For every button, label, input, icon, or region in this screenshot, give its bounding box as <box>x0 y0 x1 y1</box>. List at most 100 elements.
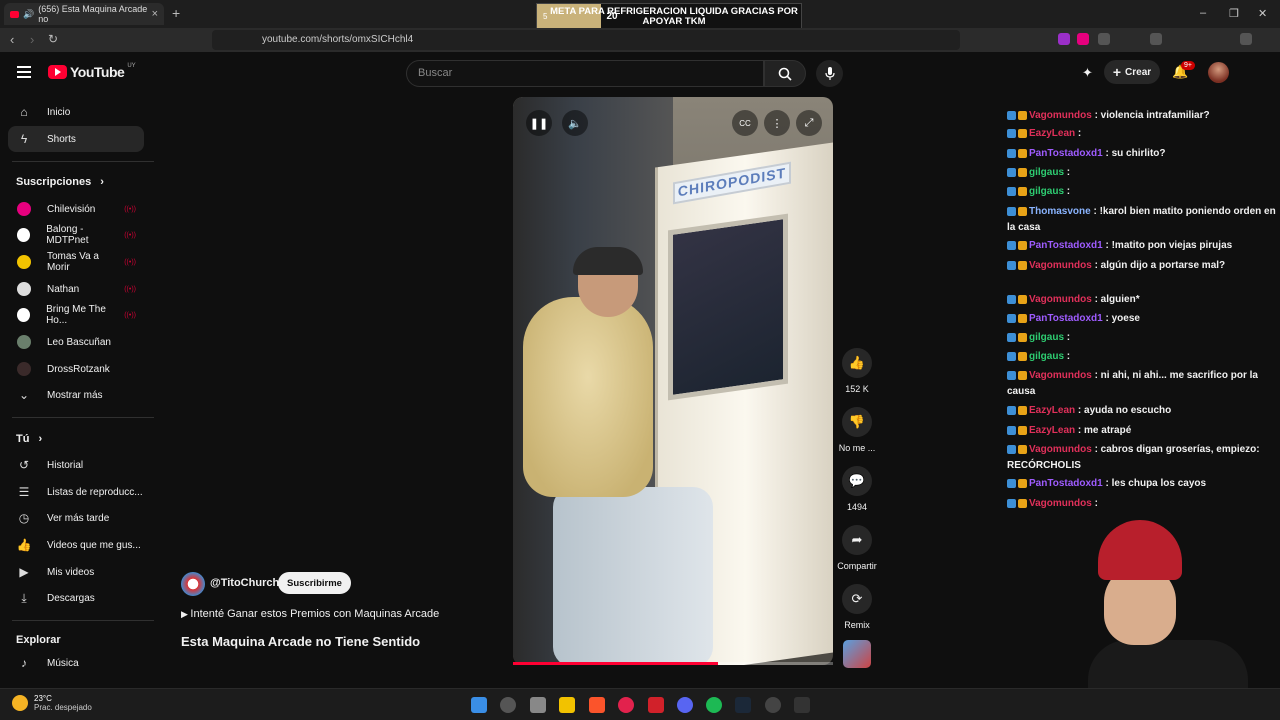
sidebar-item-show-more[interactable]: ⌄ Mostrar más <box>8 382 144 408</box>
fullscreen-button[interactable]: ⤢ <box>796 110 822 136</box>
back-icon[interactable]: ‹ <box>10 32 14 47</box>
folder-icon[interactable] <box>559 697 575 713</box>
dislike-button[interactable]: 👎 No me ... <box>838 407 876 453</box>
sidebar-item-downloads[interactable]: ⤓ Descargas <box>8 585 144 611</box>
speaker-icon: 🔊 <box>23 8 35 19</box>
extension-icon[interactable] <box>1077 33 1089 45</box>
obs-icon[interactable] <box>765 697 781 713</box>
sidebar-item-liked[interactable]: 👍 Videos que me gus... <box>8 532 144 558</box>
forward-icon[interactable]: › <box>30 32 34 47</box>
weather-widget[interactable]: 23°C Prac. despejado <box>12 694 92 712</box>
browser-tab[interactable]: 🔊 (656) Esta Maquina Arcade no × <box>4 3 164 25</box>
sidebar-item-my-videos[interactable]: ▶ Mis videos <box>8 559 144 585</box>
search-icon[interactable] <box>500 697 516 713</box>
shield-icon[interactable] <box>1240 33 1252 45</box>
chat-username[interactable]: Vagomundos <box>1029 370 1092 381</box>
subscriptions-heading[interactable]: Suscripciones › <box>16 176 104 188</box>
chat-username[interactable]: gilgaus <box>1029 332 1064 343</box>
close-tab-icon[interactable]: × <box>152 8 158 20</box>
chat-username[interactable]: EazyLean <box>1029 405 1075 416</box>
chat-message: EazyLean : ayuda no escucho <box>1007 403 1279 419</box>
voice-search-button[interactable] <box>816 60 843 87</box>
like-button[interactable]: 👍 152 K <box>838 348 876 394</box>
pause-button[interactable]: ❚❚ <box>526 110 552 136</box>
media-player-icon[interactable] <box>618 697 634 713</box>
comments-button[interactable]: 💬 1494 <box>838 466 876 512</box>
chat-message: PanTostadoxd1 : yoese <box>1007 311 1279 327</box>
sidebar-item-inicio[interactable]: ⌂ Inicio <box>8 99 144 125</box>
brave-icon[interactable] <box>589 697 605 713</box>
chat-username[interactable]: Vagomundos <box>1029 110 1092 121</box>
search-input[interactable]: Buscar <box>406 60 764 87</box>
sidebar-item-watch-later[interactable]: ◷ Ver más tarde <box>8 505 144 531</box>
app-icon[interactable] <box>794 697 810 713</box>
remix-button[interactable]: ⟳ Remix <box>838 584 876 630</box>
chat-username[interactable]: PanTostadoxd1 <box>1029 240 1103 251</box>
sidebar-item-tomas[interactable]: Tomas Va a Morir ((•)) <box>8 249 144 275</box>
sidebar-item-music[interactable]: ♪ Música <box>8 650 144 676</box>
person-cap <box>573 247 643 275</box>
browser-tab-strip: 🔊 (656) Esta Maquina Arcade no × + 5 MET… <box>0 0 1280 30</box>
app-icon[interactable] <box>648 697 664 713</box>
create-button[interactable]: + Crear <box>1104 60 1160 84</box>
shorts-video-player[interactable]: CHIROPODIST <box>513 97 833 665</box>
sidebar-item-history[interactable]: ↺ Historial <box>8 452 144 478</box>
chat-username[interactable]: gilgaus <box>1029 351 1064 362</box>
chat-username[interactable]: EazyLean <box>1029 425 1075 436</box>
avatar[interactable] <box>1208 62 1229 83</box>
sidebar-item-chilevision[interactable]: Chilevisión ((•)) <box>8 196 144 222</box>
downloads-icon: ⤓ <box>21 590 27 605</box>
studio-icon[interactable]: ✦ <box>1082 65 1093 81</box>
chat-message: Thomasvone : !karol bien matito poniendo… <box>1007 204 1279 236</box>
live-icon: ((•)) <box>124 285 136 293</box>
url-field[interactable]: youtube.com/shorts/omxSICHchl4 <box>212 30 960 50</box>
chat-username[interactable]: gilgaus <box>1029 186 1064 197</box>
sidebar-item-nathan[interactable]: Nathan ((•)) <box>8 276 144 302</box>
sidebar-item-bmth[interactable]: Bring Me The Ho... ((•)) <box>8 302 144 328</box>
chat-username[interactable]: Vagomundos <box>1029 498 1092 509</box>
share-button[interactable]: ➦ Compartir <box>832 525 882 571</box>
chat-username[interactable]: EazyLean <box>1029 128 1075 139</box>
channel-name[interactable]: @TitoChurch <box>210 577 279 589</box>
youtube-logo[interactable]: YouTube UY <box>48 63 136 80</box>
chat-text: : <box>1091 498 1098 509</box>
chat-username[interactable]: Thomasvone <box>1029 206 1091 217</box>
puzzle-icon[interactable] <box>1098 33 1110 45</box>
search-button[interactable] <box>764 60 806 87</box>
more-options-button[interactable]: ⋮ <box>764 110 790 136</box>
minimize-icon[interactable]: – <box>1200 7 1206 19</box>
chat-username[interactable]: Vagomundos <box>1029 260 1092 271</box>
task-view-icon[interactable] <box>530 697 546 713</box>
sidebar-item-dross[interactable]: DrossRotzank <box>8 356 144 382</box>
chat-username[interactable]: gilgaus <box>1029 167 1064 178</box>
chat-username[interactable]: Vagomundos <box>1029 294 1092 305</box>
video-progress-bar[interactable] <box>513 662 833 665</box>
windows-start-icon[interactable] <box>471 697 487 713</box>
captions-button[interactable]: CC <box>732 110 758 136</box>
channel-thumbnail[interactable] <box>843 640 871 668</box>
reload-icon[interactable]: ↻ <box>48 32 58 46</box>
volume-icon: 🔈 <box>568 117 582 130</box>
sidebar-item-playlists[interactable]: ☰ Listas de reproducc... <box>8 479 144 505</box>
restore-icon[interactable]: ❐ <box>1229 7 1239 20</box>
chat-username[interactable]: PanTostadoxd1 <box>1029 148 1103 159</box>
discord-icon[interactable] <box>677 697 693 713</box>
chat-username[interactable]: PanTostadoxd1 <box>1029 313 1103 324</box>
channel-avatar[interactable] <box>181 572 205 596</box>
chat-username[interactable]: Vagomundos <box>1029 444 1092 455</box>
steam-icon[interactable] <box>735 697 751 713</box>
music-icon[interactable] <box>1150 33 1162 45</box>
subscribe-button[interactable]: Suscribirme <box>278 572 351 594</box>
chat-username[interactable]: PanTostadoxd1 <box>1029 478 1103 489</box>
extension-icon[interactable] <box>1058 33 1070 45</box>
menu-icon[interactable] <box>17 66 31 78</box>
sidebar-item-leo[interactable]: Leo Bascuñan <box>8 329 144 355</box>
spotify-icon[interactable] <box>706 697 722 713</box>
sidebar-item-shorts[interactable]: ϟ Shorts <box>8 126 144 152</box>
volume-button[interactable]: 🔈 <box>562 110 588 136</box>
playlist-link[interactable]: ▶ Intenté Ganar estos Premios con Maquin… <box>181 608 439 620</box>
new-tab-button[interactable]: + <box>172 5 180 21</box>
window-close-icon[interactable]: ✕ <box>1258 7 1267 20</box>
you-heading[interactable]: Tú › <box>16 433 42 445</box>
sidebar-item-balong[interactable]: Balong - MDTPnet ((•)) <box>8 222 144 248</box>
